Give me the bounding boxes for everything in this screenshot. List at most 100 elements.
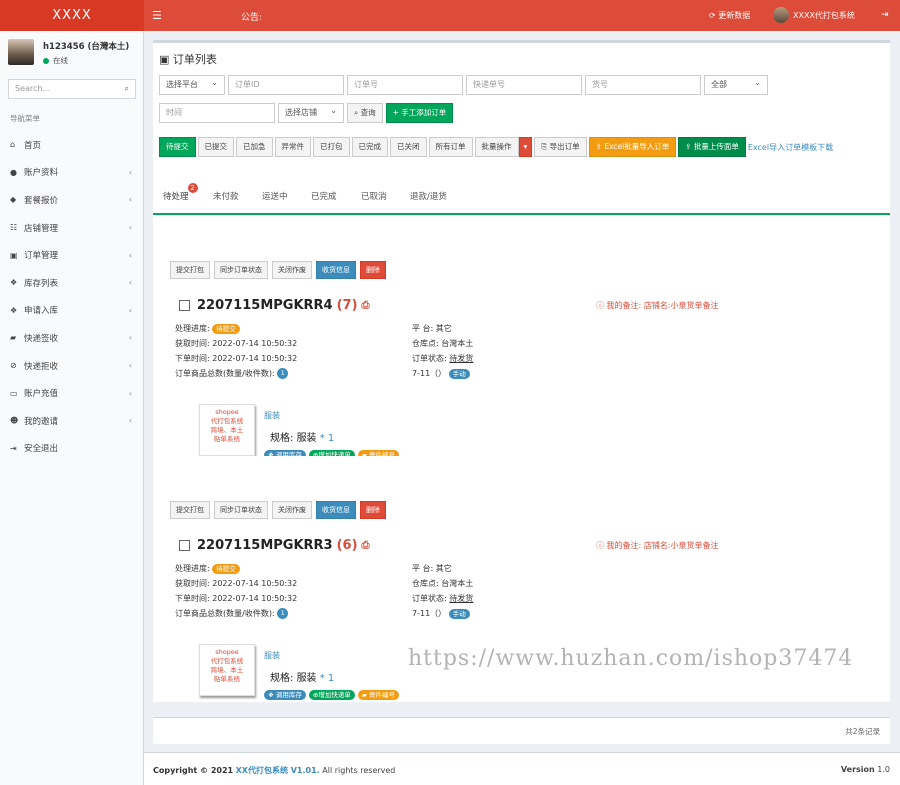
store-value: 7-11（） — [412, 609, 447, 618]
receiver-info-button[interactable]: 收货信息 — [316, 501, 356, 519]
goods-no-input[interactable]: 货号 — [585, 75, 701, 95]
tab-refund[interactable]: 退款/退货 — [410, 190, 447, 202]
sidebar-item-account[interactable]: ● 账户资料 ‹ — [0, 159, 144, 187]
filter-pending-button[interactable]: 待提交 — [159, 137, 196, 157]
sidebar-search-input[interactable]: Search... ⌕ — [8, 79, 136, 99]
username: h123456 (台灣本土) — [43, 42, 130, 52]
sidebar-item-pricing[interactable]: ◆ 套餐报价 ‹ — [0, 186, 144, 214]
filter-submitted-button[interactable]: 已提交 — [197, 137, 234, 157]
filter-urgent-button[interactable]: 已加急 — [236, 137, 273, 157]
order-id-input[interactable]: 订单ID — [228, 75, 344, 95]
batch-action-button[interactable]: 批量操作 — [474, 137, 519, 157]
avatar — [773, 7, 789, 23]
close-order-button[interactable]: 关闭作废 — [272, 501, 312, 519]
product-thumbnail[interactable]: shopee 代打包系统 跨境、本土 贴单系统 — [199, 644, 255, 696]
tab-cancelled[interactable]: 已取消 — [361, 190, 387, 202]
express-no-input[interactable]: 快递单号 — [466, 75, 582, 95]
query-button[interactable]: ⌕ 查询 — [347, 103, 383, 123]
order-status-value[interactable]: 待发货 — [449, 354, 473, 363]
order-no-input[interactable]: 订单号 — [347, 75, 463, 95]
add-express-button[interactable]: ⊕增加快递单 — [308, 690, 355, 700]
sync-status-button[interactable]: 同步订单状态 — [214, 261, 268, 279]
shop-select[interactable]: 选择店铺 — [278, 102, 344, 123]
platform-select[interactable]: 选择平台 — [159, 74, 225, 95]
filter-completed-button[interactable]: 已完成 — [351, 137, 388, 157]
export-orders-button[interactable]: ⎘ 导出订单 — [534, 137, 587, 157]
version-label: Version — [840, 765, 875, 774]
pdf-icon[interactable]: ⎙ — [362, 540, 370, 551]
caret-down-icon[interactable]: ▾ — [518, 137, 533, 157]
product-name-link[interactable]: 服装 — [264, 410, 399, 421]
use-stock-button[interactable]: ❖ 调用库存 — [264, 690, 306, 700]
user-menu[interactable]: XXXX代打包系统 — [773, 7, 855, 23]
filter-closed-button[interactable]: 已关闭 — [390, 137, 427, 157]
tag-icon: ◆ — [10, 195, 17, 205]
submit-pack-button[interactable]: 提交打包 — [170, 501, 210, 519]
template-download-link[interactable]: Excel导入订单模板下载 — [748, 142, 833, 153]
thumb-line: 代打包系统 — [210, 657, 244, 665]
sidebar-item-label: 账户资料 — [24, 168, 59, 179]
sidebar-item-invites[interactable]: ☻ 我的邀请 ‹ — [0, 407, 144, 435]
filter-all-button[interactable]: 所有订单 — [428, 137, 473, 157]
shop-name: 小泉货单备注 — [670, 301, 719, 310]
product-actions: ❖ 调用库存 ⊕增加快递单 ▰ 寄件编号 — [264, 690, 399, 700]
status-select[interactable]: 全部 — [704, 74, 768, 95]
sidebar-item-orders[interactable]: ▣ 订单管理 ‹ — [0, 241, 144, 269]
tab-unpaid[interactable]: 未付款 — [213, 190, 239, 202]
sidebar-item-express-sign[interactable]: ▰ 快递签收 ‹ — [0, 324, 144, 352]
add-manual-order-button[interactable]: + 手工添加订单 — [385, 103, 454, 123]
pill-label: 寄件编号 — [368, 691, 395, 699]
app-logo[interactable]: XXXX — [0, 0, 144, 31]
order-count: (6) — [336, 538, 358, 553]
order-time-label: 下单时间: — [175, 354, 210, 363]
brand-link[interactable]: XX代打包系统 V1.01. — [236, 766, 320, 775]
submit-pack-button[interactable]: 提交打包 — [170, 261, 210, 279]
sidebar-item-inbound[interactable]: ❖ 申请入库 ‹ — [0, 297, 144, 325]
sidebar-item-label: 首页 — [24, 140, 42, 151]
sidebar-item-recharge[interactable]: ▭ 账户充值 ‹ — [0, 379, 144, 407]
shop-name-label: 店铺名: — [643, 541, 671, 550]
refresh-button[interactable]: ⟳ 更新数据 — [709, 10, 750, 21]
order-status-value[interactable]: 待发货 — [449, 594, 473, 603]
sidebar-item-express-reject[interactable]: ⊘ 快递拒收 ‹ — [0, 352, 144, 380]
excel-import-button[interactable]: ⇪ Excel批量导入订单 — [588, 137, 677, 157]
pdf-icon[interactable]: ⎙ — [362, 300, 370, 311]
info-icon: ⓘ — [596, 541, 607, 550]
spec-label: 规格: — [270, 673, 294, 684]
bars-icon[interactable]: ☰ — [152, 9, 162, 22]
sidebar-item-home[interactable]: ⌂ 首页 — [0, 131, 144, 159]
close-order-button[interactable]: 关闭作废 — [272, 261, 312, 279]
page-footer: Copyright © 2021 XX代打包系统 V1.01. All righ… — [144, 752, 900, 785]
batch-upload-button[interactable]: ⇪ 批量上传面单 — [678, 137, 746, 157]
action-row: 待提交 已提交 已加急 异常件 已打包 已完成 已关闭 所有订单 批量操作 ▾ … — [159, 137, 833, 157]
filter-row-2: 时间 选择店铺 ⌕ 查询 + 手工添加订单 — [159, 102, 454, 123]
quantity: * 1 — [319, 673, 335, 684]
tab-shipping[interactable]: 运送中 — [262, 190, 288, 202]
tab-completed[interactable]: 已完成 — [311, 190, 337, 202]
tab-pending[interactable]: 待处理 2 — [163, 183, 198, 202]
sidebar-item-logout[interactable]: ⇥ 安全退出 — [0, 435, 144, 463]
sync-status-button[interactable]: 同步订单状态 — [214, 501, 268, 519]
sidebar-item-shops[interactable]: ☷ 店铺管理 ‹ — [0, 214, 144, 242]
order-checkbox[interactable] — [179, 540, 190, 551]
sign-out-icon: ⇥ — [10, 443, 17, 453]
status-dot-icon — [43, 58, 49, 64]
order-filter-box: ▣ 订单列表 选择平台 订单ID 订单号 快递单号 货号 全部 时间 选择店铺 … — [153, 40, 890, 192]
time-input[interactable]: 时间 — [159, 103, 275, 123]
chevron-left-icon: ‹ — [128, 167, 132, 177]
product-thumbnail[interactable]: shopee 代打包系统 跨境、本土 贴单系统 — [199, 404, 255, 456]
delete-button[interactable]: 删除 — [360, 261, 386, 279]
info-icon: ⓘ — [596, 301, 607, 310]
version-number: 1.0 — [877, 765, 890, 774]
filter-packed-button[interactable]: 已打包 — [313, 137, 350, 157]
filter-exception-button[interactable]: 异常件 — [274, 137, 311, 157]
sign-out-icon[interactable]: ⇥ — [881, 10, 889, 20]
search-icon[interactable]: ⌕ — [125, 80, 129, 98]
sender-no-button[interactable]: ▰ 寄件编号 — [357, 690, 399, 700]
receiver-info-button[interactable]: 收货信息 — [316, 261, 356, 279]
delete-button[interactable]: 删除 — [360, 501, 386, 519]
product-name-link[interactable]: 服装 — [264, 650, 399, 661]
count-badge: 2 — [187, 183, 198, 193]
order-checkbox[interactable] — [179, 300, 190, 311]
sidebar-item-inventory[interactable]: ❖ 库存列表 ‹ — [0, 269, 144, 297]
